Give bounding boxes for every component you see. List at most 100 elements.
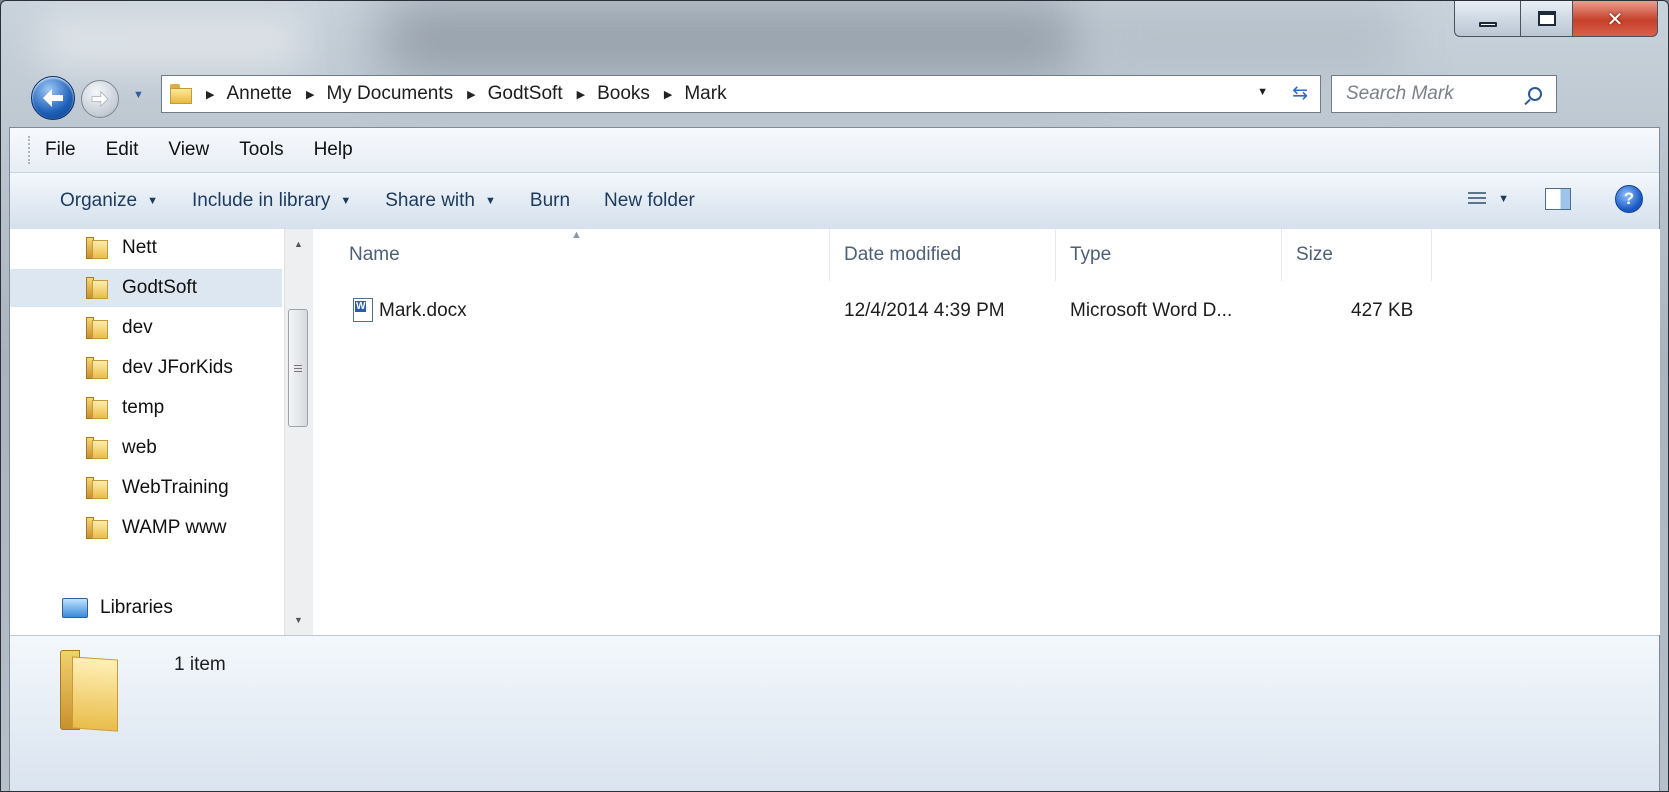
maximize-button[interactable] <box>1520 1 1572 37</box>
word-document-icon <box>353 298 373 322</box>
recent-pages-dropdown[interactable]: ▼ <box>133 89 144 101</box>
column-header-date-modified[interactable]: Date modified <box>830 229 1056 281</box>
menu-view[interactable]: View <box>168 139 209 161</box>
column-header-name[interactable]: Name <box>335 229 830 281</box>
grip-icon <box>294 365 302 374</box>
include-in-library-button[interactable]: Include in library ▼ <box>192 190 351 212</box>
explorer-content: File Edit View Tools Help Organize ▼ Incl… <box>9 127 1660 791</box>
burn-button[interactable]: Burn <box>530 190 570 212</box>
maximize-icon <box>1537 11 1556 26</box>
explorer-window: ✕ ▼ ▶ Annette ▶ My Documents ▶ GodtSoft … <box>0 0 1669 792</box>
chevron-down-icon: ▼ <box>147 195 158 207</box>
menu-edit[interactable]: Edit <box>106 139 139 161</box>
sidebar-item-nett[interactable]: Nett <box>10 229 282 267</box>
menu-file[interactable]: File <box>45 139 76 161</box>
command-bar-right: ▼ ? <box>1468 185 1643 213</box>
column-header-label: Type <box>1070 244 1112 265</box>
close-icon: ✕ <box>1606 6 1624 31</box>
column-header-label: Name <box>349 244 400 265</box>
menu-grip <box>28 136 33 164</box>
folder-icon <box>86 237 108 259</box>
breadcrumb-separator[interactable]: ▶ <box>577 88 585 101</box>
close-button[interactable]: ✕ <box>1572 1 1658 37</box>
chevron-down-icon: ▼ <box>340 195 352 207</box>
sidebar-item-dev[interactable]: dev <box>10 309 282 347</box>
folder-icon <box>86 317 108 339</box>
column-header-row: ▲ Name Date modified Type Size <box>313 229 1660 281</box>
navigation-pane: Nett GodtSoft dev dev JForKids temp web … <box>10 229 312 635</box>
title-bar-background <box>381 1 1081 76</box>
breadcrumb-separator[interactable]: ▶ <box>467 88 475 101</box>
address-history-dropdown[interactable]: ▼ <box>1257 86 1268 98</box>
file-row[interactable]: Mark.docx 12/4/2014 4:39 PM Microsoft Wo… <box>335 291 1435 329</box>
menu-help[interactable]: Help <box>314 139 353 161</box>
include-in-library-label: Include in library <box>192 190 331 211</box>
breadcrumb-item[interactable]: GodtSoft <box>488 83 563 105</box>
sidebar-item-webtraining[interactable]: WebTraining <box>10 469 282 507</box>
sidebar-item-libraries[interactable]: Libraries <box>10 589 282 627</box>
share-with-label: Share with <box>385 190 476 211</box>
sidebar-item-godtsoft[interactable]: GodtSoft <box>10 269 282 307</box>
burn-label: Burn <box>529 190 571 211</box>
views-dropdown-icon[interactable]: ▼ <box>1498 193 1509 205</box>
forward-button[interactable] <box>81 80 119 118</box>
sidebar-item-label: WebTraining <box>122 477 229 498</box>
folder-icon <box>86 477 108 499</box>
refresh-icon[interactable]: ⇆ <box>1292 82 1308 104</box>
breadcrumb-item[interactable]: Mark <box>684 83 726 105</box>
sidebar-item-label: dev <box>122 317 153 338</box>
column-header-label: Date modified <box>844 244 962 265</box>
sidebar-item-label: web <box>122 437 157 458</box>
folder-icon <box>170 84 192 104</box>
help-icon[interactable]: ? <box>1615 185 1643 213</box>
scroll-down-arrow-icon[interactable]: ▼ <box>294 615 303 625</box>
sidebar-item-label: temp <box>122 397 165 418</box>
file-size: 427 KB <box>1351 300 1414 321</box>
folder-icon <box>86 437 108 459</box>
new-folder-label: New folder <box>604 190 695 211</box>
share-with-button[interactable]: Share with ▼ <box>385 190 496 212</box>
scrollbar-thumb[interactable] <box>288 309 308 427</box>
search-placeholder: Search Mark <box>1346 83 1454 104</box>
folder-icon <box>86 277 108 299</box>
breadcrumb-item[interactable]: Annette <box>226 83 292 105</box>
scroll-up-arrow-icon[interactable]: ▲ <box>294 239 303 249</box>
sidebar-item-temp[interactable]: temp <box>10 389 282 427</box>
column-header-type[interactable]: Type <box>1056 229 1282 281</box>
change-view-icon[interactable] <box>1468 191 1487 207</box>
sidebar-item-label: Nett <box>122 237 157 258</box>
address-bar[interactable]: ▶ Annette ▶ My Documents ▶ GodtSoft ▶ Bo… <box>161 75 1321 113</box>
breadcrumb-separator[interactable]: ▶ <box>306 88 314 101</box>
breadcrumb-item[interactable]: My Documents <box>326 83 453 105</box>
file-name: Mark.docx <box>379 300 467 321</box>
menu-tools[interactable]: Tools <box>239 139 283 161</box>
search-input[interactable]: Search Mark <box>1331 75 1557 113</box>
breadcrumb-separator[interactable]: ▶ <box>206 88 214 101</box>
sidebar-item-web[interactable]: web <box>10 429 282 467</box>
preview-pane-icon[interactable] <box>1545 188 1571 210</box>
breadcrumb-item[interactable]: Books <box>597 83 650 105</box>
back-button[interactable] <box>31 76 75 120</box>
breadcrumb-separator[interactable]: ▶ <box>664 88 672 101</box>
search-icon[interactable] <box>1528 87 1542 101</box>
back-arrow-icon <box>43 89 63 107</box>
folder-icon <box>86 397 108 419</box>
libraries-icon <box>62 598 88 618</box>
command-bar: Organize ▼ Include in library ▼ Share with… <box>10 173 1659 230</box>
column-header-label: Size <box>1296 244 1333 265</box>
organize-button[interactable]: Organize ▼ <box>60 190 158 212</box>
forward-arrow-icon <box>91 91 109 107</box>
item-count: 1 item <box>174 654 226 675</box>
sidebar-item-label: Libraries <box>100 597 173 618</box>
sidebar-item-dev-jforkids[interactable]: dev JForKids <box>10 349 282 387</box>
new-folder-button[interactable]: New folder <box>604 190 695 212</box>
title-bar-background <box>41 11 301 71</box>
minimize-button[interactable] <box>1454 1 1520 37</box>
file-list: ▲ Name Date modified Type Size Mark.docx… <box>313 229 1660 635</box>
file-type: Microsoft Word D... <box>1070 300 1233 321</box>
column-header-size[interactable]: Size <box>1282 229 1432 281</box>
sidebar-item-label: GodtSoft <box>122 277 197 298</box>
title-bar-background <box>1101 1 1401 76</box>
navigation-scrollbar[interactable]: ▲ ▼ <box>284 229 313 635</box>
sidebar-item-wamp-www[interactable]: WAMP www <box>10 509 282 547</box>
